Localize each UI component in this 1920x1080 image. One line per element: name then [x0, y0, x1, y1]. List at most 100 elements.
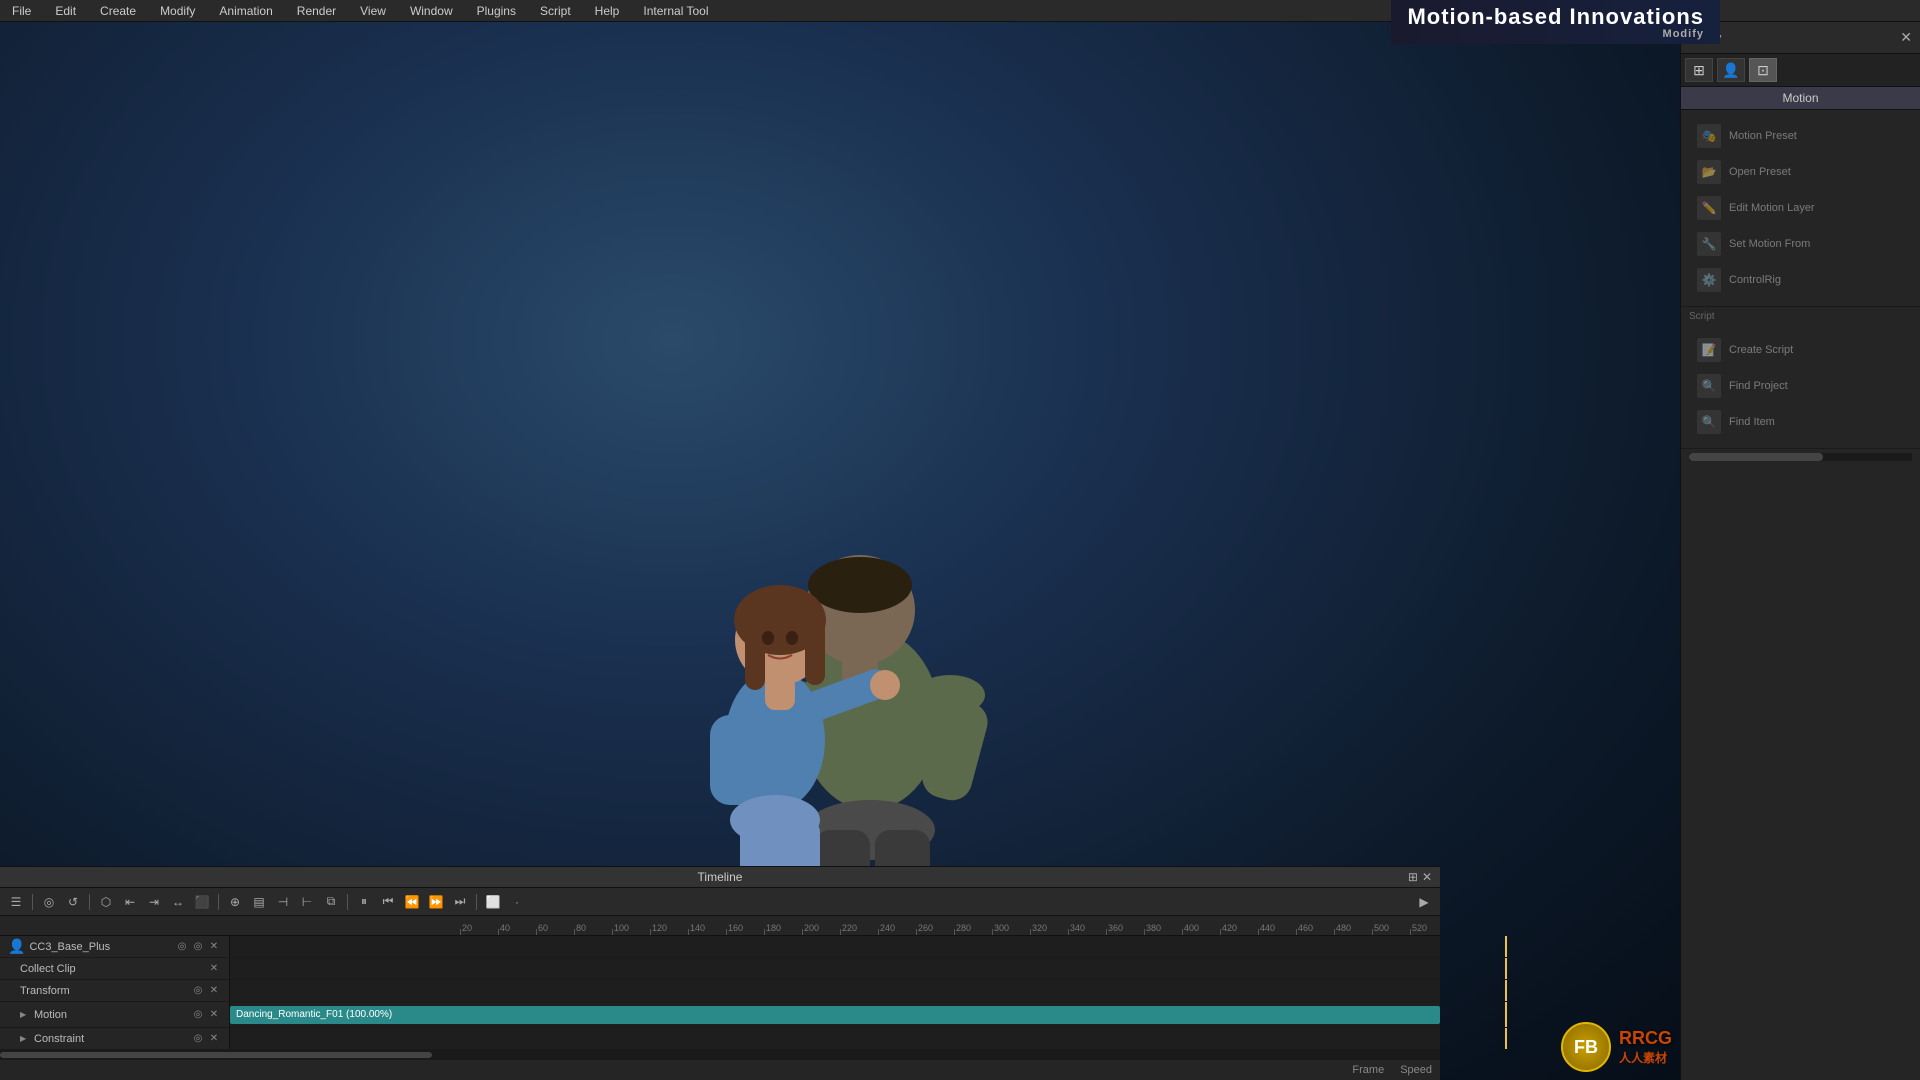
- ruler-tick-160: 160: [726, 916, 764, 935]
- menu-plugins[interactable]: Plugins: [473, 2, 520, 20]
- menu-render[interactable]: Render: [293, 2, 340, 20]
- panel-close-icon[interactable]: ✕: [1900, 29, 1912, 45]
- menu-internal-tool[interactable]: Internal Tool: [639, 2, 712, 20]
- tab-icon-1[interactable]: ⊞: [1685, 58, 1713, 82]
- motion-panel-title: Motion: [1782, 91, 1818, 105]
- menu-view[interactable]: View: [356, 2, 390, 20]
- tl-prev-frame[interactable]: ⏪: [402, 892, 422, 912]
- motion-expand-arrow[interactable]: ▶: [20, 1010, 30, 1019]
- viewport: Character Interaction Timeline ⊞ ✕ ☰ ◎ ↺…: [0, 22, 1680, 1080]
- tl-btn-6[interactable]: ↔: [168, 892, 188, 912]
- track-content-cc3: [230, 936, 1440, 957]
- tl-play-btn[interactable]: ⏩: [426, 892, 446, 912]
- tl-btn-3[interactable]: ⬡: [96, 892, 116, 912]
- menu-file[interactable]: File: [8, 2, 35, 20]
- menu-help[interactable]: Help: [591, 2, 624, 20]
- panel-scrollbar[interactable]: [1689, 453, 1912, 461]
- panel-btn-set-motion[interactable]: 🔧 Set Motion From: [1689, 226, 1912, 262]
- menu-animation[interactable]: Animation: [215, 2, 276, 20]
- tl-trim-tool[interactable]: ⊢: [297, 892, 317, 912]
- track-eye-btn-motion[interactable]: ◎: [191, 1008, 205, 1022]
- tl-prev-key[interactable]: ⏮: [378, 892, 398, 912]
- track-lock-btn-cc3[interactable]: ◎: [191, 940, 205, 954]
- frame-label: Frame: [1352, 1064, 1384, 1076]
- tl-settings[interactable]: ·: [507, 892, 527, 912]
- menu-script[interactable]: Script: [536, 2, 575, 20]
- motion-preset-label: Motion Preset: [1729, 130, 1797, 142]
- panel-section-motion: 🎭 Motion Preset 📂 Open Preset ✏️ Edit Mo…: [1681, 110, 1920, 307]
- tl-next-key[interactable]: ⏭: [450, 892, 470, 912]
- track-del-btn-cc3[interactable]: ✕: [207, 940, 221, 954]
- panel-btn-find-project[interactable]: 🔍 Find Project: [1689, 368, 1912, 404]
- tl-btn-1[interactable]: ◎: [39, 892, 59, 912]
- playhead-motion: [1505, 1002, 1507, 1027]
- find-project-label: Find Project: [1729, 380, 1788, 392]
- track-area: 👤 CC3_Base_Plus ◎ ◎ ✕: [0, 936, 1440, 1050]
- track-eye-btn-cc3[interactable]: ◎: [175, 940, 189, 954]
- motion-panel: Motion 🎭 Motion Preset 📂 Open Preset ✏️ …: [1681, 87, 1920, 1080]
- track-eye-btn-constraint[interactable]: ◎: [191, 1032, 205, 1046]
- horizontal-scrollbar[interactable]: [0, 1050, 1440, 1060]
- panel-btn-controlrig[interactable]: ⚙️ ControlRig: [1689, 262, 1912, 298]
- ruler-tick-480: 480: [1334, 916, 1372, 935]
- menu-create[interactable]: Create: [96, 2, 140, 20]
- menu-window[interactable]: Window: [406, 2, 457, 20]
- tl-fullscreen[interactable]: ⬜: [483, 892, 503, 912]
- track-content-transform: [230, 980, 1440, 1001]
- tl-btn-5[interactable]: ⇥: [144, 892, 164, 912]
- ruler-tick-260: 260: [916, 916, 954, 935]
- watermark-rrcg: RRCG: [1619, 1028, 1672, 1049]
- motion-panel-header: Motion: [1681, 87, 1920, 110]
- constraint-expand-arrow[interactable]: ▶: [20, 1034, 30, 1043]
- tl-menu-btn[interactable]: ☰: [6, 892, 26, 912]
- watermark-logo: FB: [1561, 1022, 1611, 1072]
- ruler-tick-20: 20: [460, 916, 498, 935]
- menu-edit[interactable]: Edit: [51, 2, 80, 20]
- ruler-labels: 2040608010012014016018020022024026028030…: [460, 916, 1440, 935]
- branding-title: Motion-based Innovations: [1407, 4, 1704, 30]
- track-del-btn-motion[interactable]: ✕: [207, 1008, 221, 1022]
- scroll-thumb[interactable]: [0, 1052, 432, 1058]
- timeline-close-icon[interactable]: ✕: [1422, 870, 1432, 884]
- tl-copy-btn[interactable]: ⧉: [321, 892, 341, 912]
- panel-scroll-thumb[interactable]: [1689, 453, 1823, 461]
- ruler-tick-340: 340: [1068, 916, 1106, 935]
- tl-stop-btn[interactable]: ⏸: [354, 892, 374, 912]
- ruler-tick-400: 400: [1182, 916, 1220, 935]
- ruler-tick-40: 40: [498, 916, 536, 935]
- tl-zoom-fit[interactable]: ⊕: [225, 892, 245, 912]
- panel-btn-motion-preset[interactable]: 🎭 Motion Preset: [1689, 118, 1912, 154]
- tl-right-btn[interactable]: ▶: [1414, 892, 1434, 912]
- branding: Motion-based Innovations Modify: [1391, 0, 1720, 44]
- main-layout: Character Interaction Timeline ⊞ ✕ ☰ ◎ ↺…: [0, 22, 1920, 1080]
- track-del-btn-collect[interactable]: ✕: [207, 962, 221, 976]
- tab-icon-2[interactable]: 👤: [1717, 58, 1745, 82]
- track-del-btn-transform[interactable]: ✕: [207, 984, 221, 998]
- ruler-tick-360: 360: [1106, 916, 1144, 935]
- panel-btn-find-item[interactable]: 🔍 Find Item: [1689, 404, 1912, 440]
- panel-btn-open-preset[interactable]: 📂 Open Preset: [1689, 154, 1912, 190]
- track-del-btn-constraint[interactable]: ✕: [207, 1032, 221, 1046]
- ruler-tick-80: 80: [574, 916, 612, 935]
- ruler-tick-420: 420: [1220, 916, 1258, 935]
- timeline-header: Timeline ⊞ ✕: [0, 866, 1440, 888]
- panel-btn-create-script[interactable]: 📝 Create Script: [1689, 332, 1912, 368]
- tl-btn-7[interactable]: ⬛: [192, 892, 212, 912]
- panel-btn-edit-motion[interactable]: ✏️ Edit Motion Layer: [1689, 190, 1912, 226]
- ruler-tick-500: 500: [1372, 916, 1410, 935]
- timeline-expand-icon[interactable]: ⊞: [1408, 870, 1418, 884]
- motion-clip[interactable]: Dancing_Romantic_F01 (100.00%): [230, 1006, 1440, 1024]
- find-item-icon: 🔍: [1697, 410, 1721, 434]
- tl-split-tool[interactable]: ⊣: [273, 892, 293, 912]
- menu-modify[interactable]: Modify: [156, 2, 199, 20]
- track-eye-btn-transform[interactable]: ◎: [191, 984, 205, 998]
- script-section-label: Script: [1681, 307, 1920, 324]
- find-item-label: Find Item: [1729, 416, 1775, 428]
- tl-btn-4[interactable]: ⇤: [120, 892, 140, 912]
- tl-select-tool[interactable]: ▤: [249, 892, 269, 912]
- tl-separator-5: [476, 894, 477, 910]
- tab-icon-3[interactable]: ⊡: [1749, 58, 1777, 82]
- ruler-tick-120: 120: [650, 916, 688, 935]
- timeline-container: Timeline ⊞ ✕ ☰ ◎ ↺ ⬡ ⇤ ⇥ ↔ ⬛ ⊕ ▤: [0, 866, 1440, 1080]
- tl-btn-2[interactable]: ↺: [63, 892, 83, 912]
